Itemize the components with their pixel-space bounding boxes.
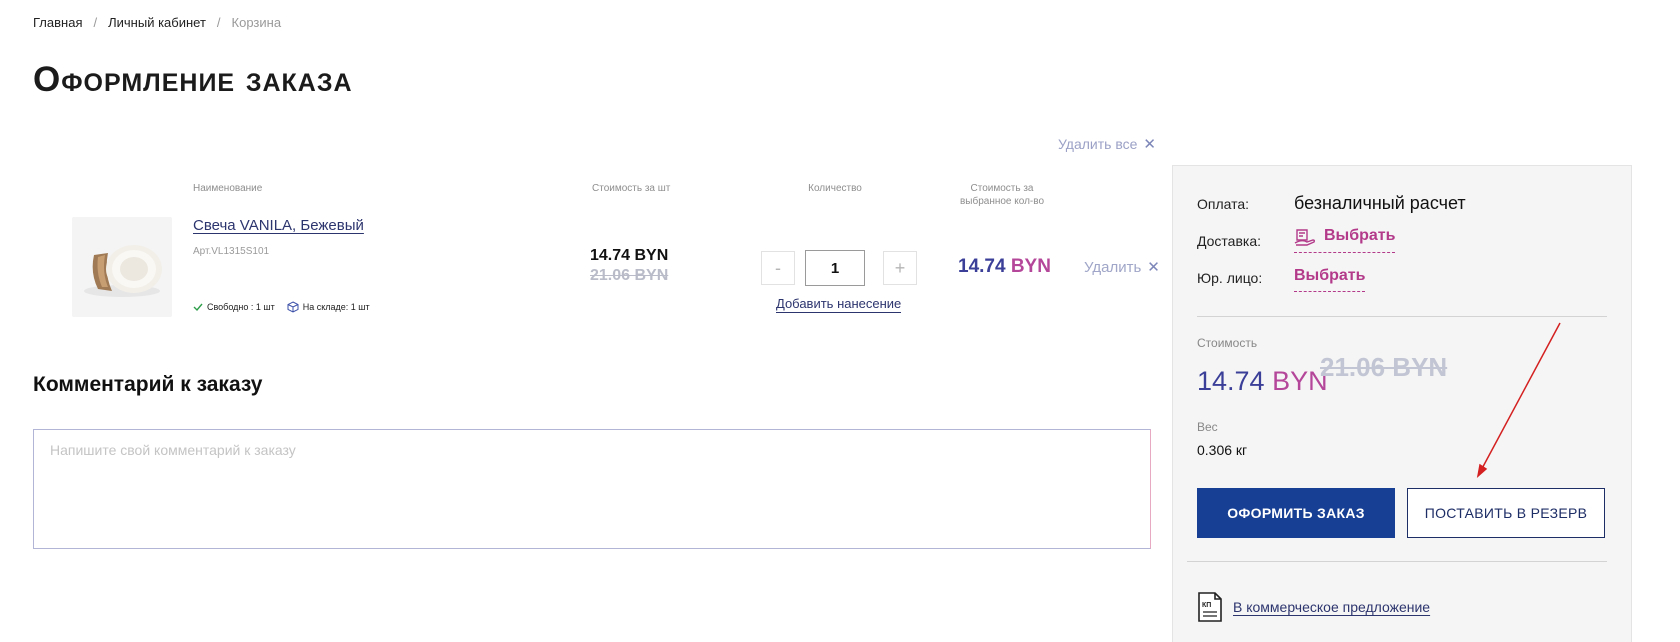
- product-image[interactable]: [72, 217, 172, 317]
- document-icon: КП: [1198, 592, 1222, 622]
- payment-label: Оплата:: [1197, 196, 1250, 212]
- cost-total-old: 21.06 BYN: [1320, 352, 1448, 382]
- stock-free-label: Свободно : 1 шт: [207, 302, 275, 312]
- legal-entity-label: Юр. лицо:: [1197, 270, 1263, 286]
- column-header-name: Наименование: [193, 183, 263, 194]
- delivery-select-link[interactable]: Выбрать: [1294, 226, 1396, 253]
- breadcrumb-current: Корзина: [231, 15, 282, 30]
- delete-all-button[interactable]: Удалить все ✕: [1058, 135, 1156, 153]
- delete-item-button[interactable]: Удалить ✕: [1084, 258, 1160, 277]
- close-icon: ✕: [1143, 136, 1156, 153]
- commercial-offer-link[interactable]: КП В коммерческое предложение: [1197, 591, 1430, 623]
- box-icon: [287, 301, 299, 313]
- divider: [1187, 561, 1607, 562]
- delivery-label: Доставка:: [1197, 233, 1262, 249]
- candle-image: [72, 217, 172, 317]
- comment-title: Комментарий к заказу: [33, 373, 263, 396]
- line-total-currency: BYN: [1010, 256, 1051, 277]
- breadcrumb-separator: /: [216, 15, 221, 30]
- product-article: Арт.VL1315S101: [193, 246, 270, 257]
- weight-value: 0.306 кг: [1197, 442, 1248, 458]
- quantity-increase-button[interactable]: +: [883, 251, 917, 285]
- stock-free: Свободно : 1 шт: [193, 302, 275, 312]
- cost-total-amount: 14.74: [1197, 366, 1265, 396]
- column-header-total: Стоимость за выбранное кол-во: [952, 182, 1052, 208]
- unit-price-old: 21.06 BYN: [590, 267, 669, 284]
- stock-warehouse: На складе: 1 шт: [287, 301, 370, 313]
- reserve-button[interactable]: ПОСТАВИТЬ В РЕЗЕРВ: [1407, 488, 1605, 538]
- quantity-decrease-button[interactable]: -: [761, 251, 795, 285]
- breadcrumb-home[interactable]: Главная: [33, 15, 82, 30]
- stock-warehouse-label: На складе: 1 шт: [302, 302, 370, 312]
- place-order-button[interactable]: ОФОРМИТЬ ЗАКАЗ: [1197, 488, 1395, 538]
- line-total: 14.74 BYN: [958, 256, 1051, 278]
- close-icon: ✕: [1147, 259, 1160, 276]
- commercial-offer-label: В коммерческое предложение: [1233, 599, 1431, 615]
- stock-info: Свободно : 1 шт На складе: 1 шт: [193, 301, 370, 313]
- breadcrumb-separator: /: [93, 15, 98, 30]
- cost-label: Стоимость: [1197, 336, 1258, 350]
- unit-price: 14.74 BYN: [590, 247, 669, 264]
- check-icon: [193, 303, 203, 312]
- breadcrumb: Главная / Личный кабинет / Корзина: [33, 15, 281, 30]
- delivery-icon: [1294, 229, 1316, 246]
- column-header-total-line2: выбранное кол-во: [959, 196, 1045, 207]
- column-header-quantity: Количество: [808, 183, 862, 194]
- delete-item-label: Удалить: [1084, 258, 1142, 276]
- product-name-link[interactable]: Свеча VANILA, Бежевый: [193, 217, 364, 234]
- delete-all-label: Удалить все: [1058, 136, 1138, 152]
- page-title: Оформление заказа: [33, 60, 353, 99]
- comment-textarea[interactable]: [33, 429, 1151, 549]
- divider: [1197, 316, 1607, 317]
- column-header-unit-price: Стоимость за шт: [592, 183, 671, 194]
- legal-entity-select-label: Выбрать: [1294, 267, 1366, 284]
- column-header-total-line1: Стоимость за: [970, 183, 1034, 194]
- cost-total: 14.74 BYN: [1197, 366, 1328, 397]
- document-icon-label: КП: [1202, 602, 1211, 609]
- payment-value: безналичный расчет: [1294, 193, 1466, 213]
- order-summary-panel: Оплата: безналичный расчет Доставка: Выб…: [1172, 165, 1632, 642]
- weight-label: Вес: [1197, 420, 1218, 434]
- quantity-input[interactable]: [805, 250, 865, 286]
- delivery-select-label: Выбрать: [1324, 227, 1396, 244]
- breadcrumb-account[interactable]: Личный кабинет: [108, 15, 206, 30]
- legal-entity-select-link[interactable]: Выбрать: [1294, 267, 1366, 292]
- line-total-amount: 14.74: [958, 256, 1006, 277]
- add-print-link[interactable]: Добавить нанесение: [776, 296, 902, 313]
